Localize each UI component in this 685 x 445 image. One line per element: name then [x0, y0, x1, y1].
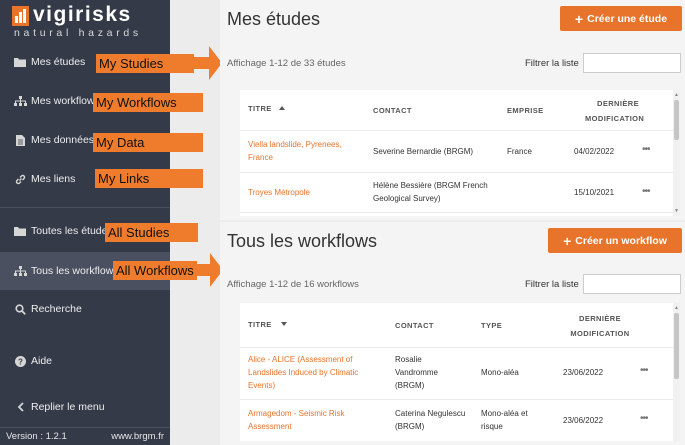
study-date: 15/10/2021 — [574, 188, 615, 197]
workflow-type: Mono-aléa et risque — [481, 409, 528, 431]
sitemap-icon — [13, 266, 27, 276]
collapse-menu-button[interactable]: Replier le menu — [0, 394, 170, 420]
annotation-my-links: My Links — [95, 169, 203, 188]
scroll-up-icon[interactable]: ▲ — [673, 305, 680, 311]
annotation-my-workflows: My Workflows — [93, 93, 203, 112]
sidebar-item-label: Toutes les études — [31, 225, 113, 237]
brgm-link[interactable]: www.brgm.fr — [111, 431, 164, 442]
svg-text:?: ? — [18, 357, 23, 366]
create-workflow-button[interactable]: + Créer un workflow — [548, 228, 682, 253]
column-header-modified[interactable]: DERNIÈRE MODIFICATION — [585, 99, 644, 123]
column-header-contact[interactable]: CONTACT — [395, 321, 434, 330]
scroll-up-icon[interactable]: ▲ — [673, 92, 680, 98]
row-divider — [240, 212, 680, 213]
results-count: Affichage 1-12 de 16 workflows — [227, 279, 359, 290]
vigirisks-logo[interactable]: vigirisks natural hazards — [12, 3, 162, 40]
link-icon — [13, 174, 27, 185]
column-header-title[interactable]: TITRE — [248, 320, 288, 329]
sitemap-icon — [13, 96, 27, 106]
annotation-my-data: My Data — [93, 133, 203, 152]
results-count: Affichage 1-12 de 33 études — [227, 58, 346, 69]
study-title-link[interactable]: Troyes Métropole — [248, 186, 310, 199]
plus-icon: + — [574, 10, 584, 27]
workflow-date: 23/06/2022 — [563, 368, 604, 377]
workflow-date: 23/06/2022 — [563, 416, 604, 425]
filter-input[interactable] — [583, 53, 681, 73]
sidebar-footer: Version : 1.2.1 www.brgm.fr — [0, 427, 170, 445]
row-divider — [240, 347, 680, 348]
file-icon — [13, 134, 27, 146]
filter-input[interactable] — [583, 274, 681, 294]
study-contact: Severine Bernardie (BRGM) — [373, 147, 474, 156]
column-header-contact[interactable]: CONTACT — [373, 106, 412, 115]
logo-icon — [12, 6, 29, 26]
studies-panel: Mes études + Créer une étude Affichage 1… — [220, 0, 685, 220]
sidebar-item-search[interactable]: Recherche — [0, 296, 170, 322]
folder-icon — [13, 226, 27, 236]
create-study-button[interactable]: + Créer une étude — [560, 6, 682, 31]
page-title: Tous les workflows — [227, 231, 378, 251]
study-contact: Hélène Bessière (BRGM French Geological S… — [373, 181, 488, 203]
row-divider — [240, 399, 680, 400]
page-title: Mes études — [227, 9, 321, 29]
study-extent: France — [507, 147, 532, 156]
workflow-contact: Rosalie Vandromme (BRGM) — [395, 355, 438, 390]
studies-scrollbar[interactable]: ▲ ▼ — [673, 90, 680, 216]
study-title-link[interactable]: Viella landslide, Pyrenees, France — [248, 138, 342, 164]
annotation-arrow-icon — [193, 46, 222, 80]
workflows-table: TITRE CONTACT TYPE DERNIÈRE MODIFICATION… — [240, 303, 680, 441]
workflow-type: Mono-aléa — [481, 368, 519, 377]
row-divider — [240, 130, 680, 131]
chevron-left-icon — [13, 402, 27, 412]
sidebar-item-label: Recherche — [31, 303, 82, 315]
sidebar-item-label: Mes workflows — [31, 95, 100, 107]
sidebar-item-label: Aide — [31, 355, 53, 367]
sidebar-item-label: Mes liens — [31, 173, 76, 185]
column-header-type[interactable]: TYPE — [481, 321, 502, 330]
create-workflow-label: Créer un workflow — [575, 234, 667, 247]
scroll-thumb[interactable] — [674, 100, 679, 140]
scroll-thumb[interactable] — [674, 313, 679, 379]
version-text: Version : 1.2.1 — [6, 431, 67, 442]
sidebar-item-help[interactable]: ? Aide — [0, 348, 170, 374]
workflow-title-link[interactable]: Armagedom - Seismic Risk Assessment — [248, 407, 344, 433]
studies-table: TITRE CONTACT EMPRISE DERNIÈRE MODIFICAT… — [240, 90, 680, 216]
sort-desc-icon — [281, 322, 288, 326]
filter-label: Filtrer la liste — [525, 58, 579, 69]
row-divider — [240, 172, 680, 173]
study-date: 04/02/2022 — [574, 147, 615, 156]
logo-tagline: natural hazards — [14, 27, 142, 39]
logo-wordmark: vigirisks — [33, 3, 132, 26]
scroll-down-icon[interactable]: ▼ — [673, 208, 680, 214]
row-menu-icon[interactable]: ••• — [642, 144, 650, 155]
sidebar-divider — [0, 207, 170, 208]
annotation-all-workflows: All Workflows — [113, 261, 197, 280]
sidebar-item-label: Tous les workflows — [31, 265, 119, 277]
workflow-title-link[interactable]: Alice - ALICE (Assessment of Landslides I… — [248, 353, 358, 392]
workflows-scrollbar[interactable]: ▲ — [673, 303, 680, 441]
column-header-extent[interactable]: EMPRISE — [507, 106, 544, 115]
workflows-panel: Tous les workflows + Créer un workflow A… — [220, 222, 685, 445]
row-menu-icon[interactable]: ••• — [642, 186, 650, 197]
folder-icon — [13, 57, 27, 67]
search-icon — [13, 303, 27, 315]
column-header-modified[interactable]: DERNIÈRE MODIFICATION — [570, 314, 630, 338]
sidebar-item-label: Mes études — [31, 56, 86, 68]
row-menu-icon[interactable]: ••• — [640, 365, 648, 376]
annotation-all-studies: All Studies — [105, 223, 198, 242]
sidebar-item-label: Mes données — [31, 134, 95, 146]
annotation-my-studies: My Studies — [96, 54, 194, 73]
sort-asc-icon — [279, 106, 286, 110]
help-icon: ? — [13, 355, 27, 367]
sidebar-item-label: Replier le menu — [31, 401, 105, 413]
create-study-label: Créer une étude — [587, 12, 668, 25]
filter-label: Filtrer la liste — [525, 279, 579, 290]
column-header-title[interactable]: TITRE — [248, 104, 286, 113]
row-menu-icon[interactable]: ••• — [640, 413, 648, 424]
workflow-contact: Caterina Negulescu (BRGM) — [395, 409, 466, 431]
plus-icon: + — [563, 232, 572, 249]
